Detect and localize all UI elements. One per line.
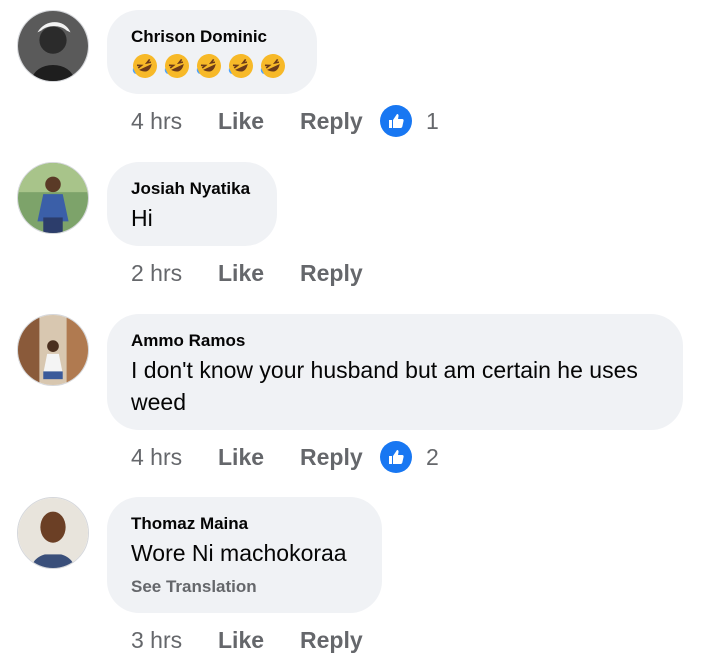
comment-actions: 3 hrs Like Reply bbox=[131, 625, 380, 655]
reaction-count: 2 bbox=[426, 443, 439, 470]
reply-button[interactable]: Reply bbox=[300, 260, 380, 287]
comment-author[interactable]: Josiah Nyatika bbox=[131, 179, 253, 199]
reply-button[interactable]: Reply bbox=[300, 444, 380, 471]
avatar[interactable] bbox=[17, 497, 89, 569]
comment-author[interactable]: Chrison Dominic bbox=[131, 27, 293, 47]
like-button[interactable]: Like bbox=[218, 260, 300, 287]
comment-timestamp[interactable]: 4 hrs bbox=[131, 108, 218, 135]
thumbs-up-icon bbox=[380, 105, 412, 137]
comment-timestamp[interactable]: 2 hrs bbox=[131, 260, 218, 287]
rolling-on-floor-laughing-icon bbox=[228, 54, 253, 78]
comment-text: Wore Ni machokoraa bbox=[131, 540, 347, 566]
comment-actions: 2 hrs Like Reply bbox=[131, 258, 380, 288]
thumbs-up-icon bbox=[380, 441, 412, 473]
reaction-count: 1 bbox=[426, 107, 439, 134]
comment-bubble: Ammo Ramos I don't know your husband but… bbox=[107, 314, 683, 430]
comment-text: Hi bbox=[131, 205, 153, 231]
reply-button[interactable]: Reply bbox=[300, 627, 380, 654]
comment-author[interactable]: Thomaz Maina bbox=[131, 514, 358, 534]
comment-bubble: Chrison Dominic bbox=[107, 10, 317, 94]
like-button[interactable]: Like bbox=[218, 627, 300, 654]
like-button[interactable]: Like bbox=[218, 444, 300, 471]
comment-author[interactable]: Ammo Ramos bbox=[131, 331, 659, 351]
rolling-on-floor-laughing-icon bbox=[196, 54, 221, 78]
reaction-summary[interactable]: 2 bbox=[380, 441, 439, 473]
reaction-summary[interactable]: 1 bbox=[380, 105, 439, 137]
comment-bubble: Thomaz Maina Wore Ni machokoraa See Tran… bbox=[107, 497, 382, 613]
emoji-row bbox=[131, 52, 293, 80]
comment-timestamp[interactable]: 3 hrs bbox=[131, 627, 218, 654]
avatar[interactable] bbox=[17, 10, 89, 82]
comment-actions: 4 hrs Like Reply 2 bbox=[131, 441, 439, 473]
reply-button[interactable]: Reply bbox=[300, 108, 380, 135]
avatar[interactable] bbox=[17, 162, 89, 234]
like-button[interactable]: Like bbox=[218, 108, 300, 135]
rolling-on-floor-laughing-icon bbox=[132, 54, 157, 78]
comment-bubble: Josiah Nyatika Hi bbox=[107, 162, 277, 246]
comment-timestamp[interactable]: 4 hrs bbox=[131, 444, 218, 471]
rolling-on-floor-laughing-icon bbox=[260, 54, 285, 78]
avatar[interactable] bbox=[17, 314, 89, 386]
comment-actions: 4 hrs Like Reply 1 bbox=[131, 105, 439, 137]
comment-text: I don't know your husband but am certain… bbox=[131, 357, 638, 415]
rolling-on-floor-laughing-icon bbox=[164, 54, 189, 78]
see-translation-link[interactable]: See Translation bbox=[131, 577, 358, 597]
